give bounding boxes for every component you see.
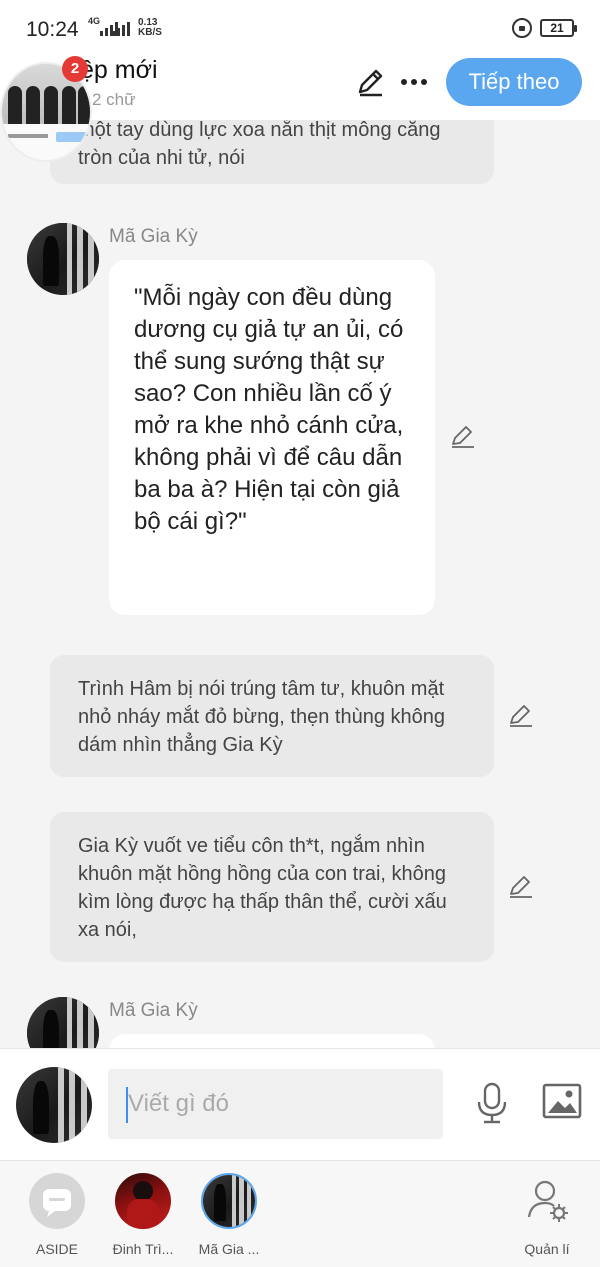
- message-input[interactable]: [108, 1069, 443, 1139]
- dialogue-bubble[interactable]: "Mỗi ngày con đều dùng dương cụ giả tự a…: [109, 260, 435, 615]
- dialogue-bubble[interactable]: [109, 1034, 435, 1048]
- network-speed: 0.13 KB/S: [138, 17, 162, 38]
- more-options-button[interactable]: [398, 64, 430, 100]
- selected-character-avatar[interactable]: [16, 1067, 92, 1143]
- chat-bubble-icon: [29, 1173, 85, 1229]
- battery-icon: 21: [540, 19, 577, 37]
- message-composer: [0, 1048, 600, 1160]
- narration-bubble[interactable]: Gia Kỳ vuốt ve tiểu côn th*t, ngắm nhìn …: [50, 812, 494, 962]
- nav-label: ASIDE: [35, 1241, 78, 1257]
- voice-input-button[interactable]: [474, 1081, 510, 1125]
- nav-label: Quản lí: [524, 1241, 570, 1257]
- edit-message-icon[interactable]: [508, 702, 534, 728]
- text-cursor: [126, 1087, 128, 1123]
- character-tab[interactable]: Đinh Trì...: [98, 1173, 188, 1257]
- character-avatar[interactable]: [27, 223, 99, 295]
- status-time: 10:24: [26, 18, 79, 41]
- character-avatar[interactable]: [27, 997, 99, 1048]
- manage-tab[interactable]: Quản lí: [502, 1173, 592, 1257]
- narration-bubble[interactable]: Trình Hâm bị nói trúng tâm tư, khuôn mặt…: [50, 655, 494, 777]
- character-name: Mã Gia Kỳ: [109, 226, 198, 247]
- next-button[interactable]: Tiếp theo: [446, 58, 582, 106]
- character-avatar: [115, 1173, 171, 1229]
- notification-badge: 2: [62, 56, 88, 82]
- status-bar: 10:24 4G 0.13 KB/S 21: [0, 0, 600, 56]
- story-editor-screen: 10:24 4G 0.13 KB/S 21 ệp mới 2 chữ Tiếp …: [0, 0, 600, 1267]
- narration-bubble[interactable]: một tay dùng lực xoa nắn thịt mông căng …: [50, 120, 494, 184]
- pen-icon: [358, 69, 383, 97]
- edit-message-icon[interactable]: [508, 873, 534, 899]
- story-title: ệp mới: [80, 56, 158, 84]
- insert-image-button[interactable]: [542, 1083, 582, 1119]
- character-name: Mã Gia Kỳ: [109, 1000, 198, 1021]
- nav-label: Mã Gia ...: [198, 1241, 260, 1257]
- nav-label: Đinh Trì...: [112, 1241, 174, 1257]
- image-icon: [542, 1083, 582, 1119]
- word-count: 2 chữ: [92, 90, 136, 109]
- rotation-lock-icon: [512, 18, 532, 38]
- microphone-icon: [477, 1082, 507, 1124]
- chat-area[interactable]: một tay dùng lực xoa nắn thịt mông căng …: [0, 120, 600, 1048]
- user-gear-icon: [519, 1173, 575, 1229]
- character-bar: ASIDE Đinh Trì... Mã Gia ... Quản lí: [0, 1160, 600, 1267]
- character-tab-selected[interactable]: Mã Gia ...: [184, 1173, 274, 1257]
- edit-message-icon[interactable]: [450, 423, 476, 449]
- character-avatar: [201, 1173, 257, 1229]
- edit-title-button[interactable]: [352, 64, 388, 100]
- aside-tab[interactable]: ASIDE: [12, 1173, 102, 1257]
- more-dots-icon: [401, 79, 427, 85]
